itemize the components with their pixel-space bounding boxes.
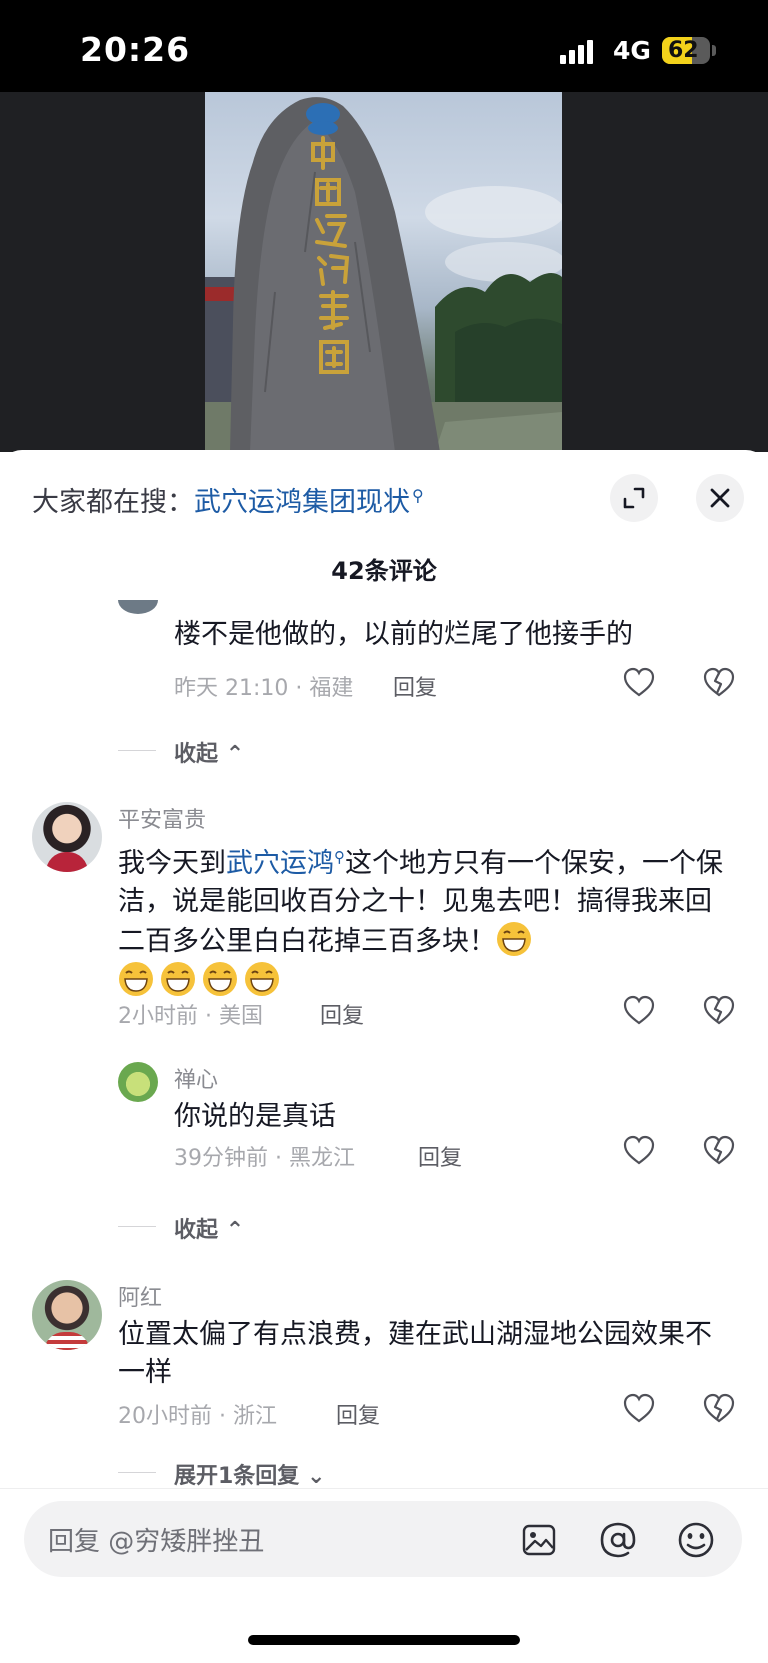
comment-text: 我今天到武穴运鸿⚲这个地方只有一个保安，一个保洁，说是能回收百分之十！见鬼去吧！…: [118, 838, 738, 1001]
avatar[interactable]: [118, 600, 158, 614]
chevron-up-icon: ⌃: [225, 1218, 245, 1243]
broken-heart-icon[interactable]: [702, 994, 736, 1026]
broken-heart-icon[interactable]: [702, 666, 736, 698]
reply-input-placeholder: 回复 @穷矮胖挫丑: [48, 1527, 265, 1557]
video-background[interactable]: [0, 92, 768, 452]
expand-icon: [623, 487, 645, 509]
reply-text: 你说的是真话: [174, 1101, 336, 1132]
grin-emoji-icon: [497, 922, 531, 956]
collapse-label: 收起: [174, 1218, 219, 1243]
commenter-name[interactable]: 平安富贵: [118, 802, 206, 834]
battery-icon: 62: [662, 37, 710, 64]
expand-label: 展开1条回复: [174, 1464, 300, 1489]
grin-emoji-icon: [203, 962, 237, 996]
expand-button[interactable]: [610, 474, 658, 522]
search-suggestion[interactable]: 大家都在搜：武穴运鸿集团现状 ⚲: [32, 480, 424, 519]
reply-button[interactable]: 回复: [418, 1140, 462, 1172]
comment-sheet: 大家都在搜：武穴运鸿集团现状 ⚲ 42条评论 楼不是他做的，以前的烂尾了他接手的 …: [0, 450, 768, 1663]
comment-text-part: 我今天到: [118, 848, 226, 879]
commenter-name[interactable]: 阿红: [118, 1280, 162, 1312]
search-prefix: 大家都在搜：: [32, 487, 194, 518]
grin-emoji-icon: [161, 962, 195, 996]
signal-icon: [560, 38, 598, 64]
divider: [118, 1472, 156, 1473]
reply-button[interactable]: 回复: [393, 670, 437, 702]
network-type: 4G: [613, 36, 651, 65]
comment-count-title: 42条评论: [331, 557, 437, 585]
comment-text: 位置太偏了有点浪费，建在武山湖湿地公园效果不一样: [118, 1319, 712, 1388]
reply-button[interactable]: 回复: [320, 998, 364, 1030]
grin-emoji-icon: [245, 962, 279, 996]
video-frame-image: [205, 92, 562, 452]
heart-icon[interactable]: [622, 666, 656, 698]
status-bar: 20:26 4G 62: [0, 0, 768, 92]
avatar[interactable]: [118, 1062, 158, 1102]
grin-emoji-icon: [119, 962, 153, 996]
avatar[interactable]: [32, 802, 102, 872]
at-icon[interactable]: [598, 1520, 638, 1560]
reply-meta: 39分钟前 · 黑龙江: [174, 1146, 355, 1171]
expand-replies-button[interactable]: 展开1条回复 ⌄: [174, 1458, 325, 1490]
battery-percent: 62: [668, 38, 699, 63]
stone-monument-image: [205, 97, 562, 452]
heart-icon[interactable]: [622, 1392, 656, 1424]
avatar[interactable]: [32, 1280, 102, 1350]
divider: [118, 750, 156, 751]
close-button[interactable]: [696, 474, 744, 522]
collapse-label: 收起: [174, 742, 219, 767]
reply-button[interactable]: 回复: [336, 1398, 380, 1430]
broken-heart-icon[interactable]: [702, 1392, 736, 1424]
heart-icon[interactable]: [622, 994, 656, 1026]
comment-link[interactable]: 武穴运鸿: [226, 848, 334, 879]
comment-list[interactable]: 楼不是他做的，以前的烂尾了他接手的 昨天 21:10 · 福建 回复 收起 ⌃ …: [0, 600, 768, 1630]
comment-input-bar: 回复 @穷矮胖挫丑: [0, 1488, 768, 1663]
chevron-down-icon: ⌄: [306, 1464, 326, 1489]
collapse-replies-button[interactable]: 收起 ⌃: [174, 1212, 244, 1244]
reply-text: 楼不是他做的，以前的烂尾了他接手的: [174, 619, 633, 650]
battery-cap: [712, 45, 716, 56]
comment-meta: 2小时前 · 美国: [118, 1004, 263, 1029]
close-icon: [710, 488, 730, 508]
status-time: 20:26: [80, 30, 191, 69]
search-icon: ⚲: [412, 486, 424, 505]
heart-icon[interactable]: [622, 1134, 656, 1166]
emoji-icon[interactable]: [676, 1520, 716, 1560]
broken-heart-icon[interactable]: [702, 1134, 736, 1166]
reply-input[interactable]: 回复 @穷矮胖挫丑: [24, 1501, 742, 1577]
commenter-name[interactable]: 禅心: [174, 1062, 218, 1094]
search-term-link[interactable]: 武穴运鸿集团现状: [194, 487, 410, 518]
divider: [118, 1226, 156, 1227]
search-icon: ⚲: [334, 848, 345, 866]
collapse-replies-button[interactable]: 收起 ⌃: [174, 736, 244, 768]
home-indicator[interactable]: [248, 1635, 520, 1645]
reply-meta: 昨天 21:10 · 福建: [174, 676, 354, 701]
chevron-up-icon: ⌃: [225, 742, 245, 767]
image-icon[interactable]: [520, 1521, 558, 1559]
comment-meta: 20小时前 · 浙江: [118, 1404, 277, 1429]
